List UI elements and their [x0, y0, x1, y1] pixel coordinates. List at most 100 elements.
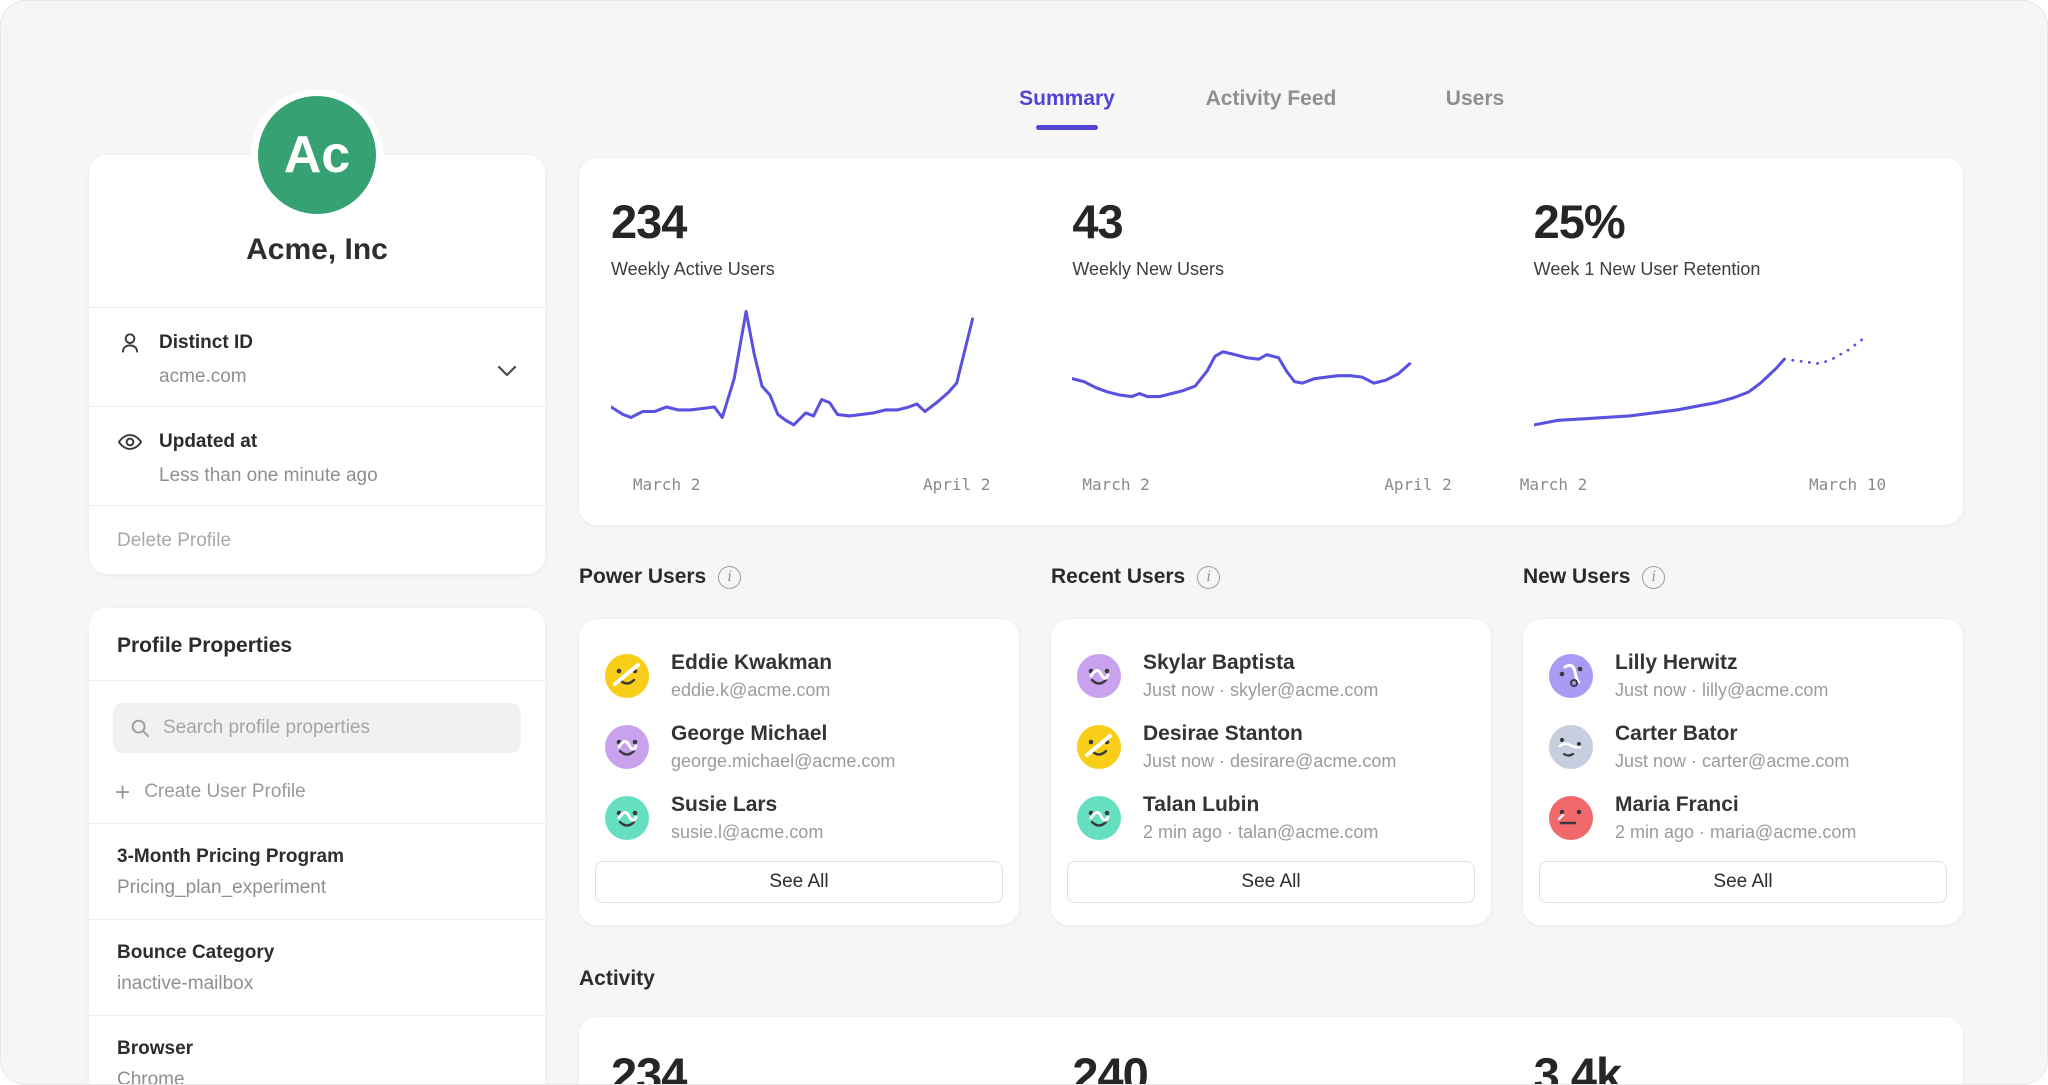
list-title: Power Users [579, 565, 706, 589]
weekly-new-users-chart [1072, 296, 1469, 471]
field-value: Less than one minute ago [159, 465, 517, 487]
x-tick-label: March 2 [1082, 475, 1149, 494]
x-tick-label: April 2 [923, 475, 990, 494]
face-avatar [1077, 796, 1121, 840]
property-item[interactable]: Browser Chrome [89, 1016, 545, 1085]
stat-value: 25% [1534, 194, 1931, 249]
see-all-button[interactable]: See All [595, 861, 1003, 903]
summary-card: 234 Weekly Active Users March 2 April 2 … [579, 158, 1963, 525]
user-name: Desirae Stanton [1143, 722, 1396, 746]
user-name: George Michael [671, 722, 895, 746]
user-detail: 2 min ago · maria@acme.com [1615, 822, 1856, 843]
user-name: Maria Franci [1615, 793, 1856, 817]
chevron-down-icon[interactable] [497, 364, 517, 376]
face-slash-avatar [605, 654, 649, 698]
profile-properties-card: Profile Properties + Create User Profile… [89, 608, 545, 1085]
stat-label: Weekly Active Users [611, 259, 1008, 280]
face-avatar [1077, 654, 1121, 698]
user-detail: Just now · skyler@acme.com [1143, 680, 1378, 701]
user-detail: 2 min ago · talan@acme.com [1143, 822, 1378, 843]
stat-weekly-active-users: 234 Weekly Active Users March 2 April 2 [579, 194, 1040, 499]
property-name: Browser [117, 1038, 517, 1060]
property-item[interactable]: Bounce Category inactive-mailbox [89, 920, 545, 1015]
info-icon[interactable]: i [718, 566, 741, 589]
field-updated-at: Updated at Less than one minute ago [89, 407, 545, 505]
stat-label: Week 1 New User Retention [1534, 259, 1931, 280]
tab-bar: Summary Activity Feed Users [579, 87, 1963, 130]
x-tick-label: March 10 [1809, 475, 1886, 494]
field-label: Distinct ID [159, 332, 253, 354]
list-title: Recent Users [1051, 565, 1185, 589]
activity-card: 234 240 3.4k [579, 1017, 1963, 1085]
x-tick-label: March 2 [1520, 475, 1587, 494]
list-item[interactable]: Desirae Stanton Just now · desirare@acme… [1051, 722, 1491, 772]
field-distinct-id: Distinct ID acme.com [89, 308, 545, 406]
face-avatar [605, 725, 649, 769]
stat-label: Weekly New Users [1072, 259, 1469, 280]
active-tab-underline [1036, 125, 1098, 130]
app-frame: Ac Acme, Inc Distinct ID acme.com [0, 0, 2048, 1085]
weekly-active-users-chart [611, 296, 1008, 471]
list-item[interactable]: Eddie Kwakman eddie.k@acme.com [579, 651, 1019, 701]
list-item[interactable]: Susie Lars susie.l@acme.com [579, 793, 1019, 843]
face-avatar [605, 796, 649, 840]
stat-weekly-new-users: 43 Weekly New Users March 2 April 2 [1040, 194, 1501, 499]
face-avatar [1549, 725, 1593, 769]
tab-summary[interactable]: Summary [965, 87, 1169, 130]
activity-section-title: Activity [579, 967, 1963, 991]
tab-activity-feed[interactable]: Activity Feed [1169, 87, 1373, 130]
activity-stat-2: 240 [1040, 1047, 1501, 1085]
property-item[interactable]: 3-Month Pricing Program Pricing_plan_exp… [89, 824, 545, 919]
recent-users-card: Skylar Baptista Just now · skyler@acme.c… [1051, 619, 1491, 925]
create-user-profile-button[interactable]: + Create User Profile [89, 759, 545, 823]
tab-users[interactable]: Users [1373, 87, 1577, 130]
chart-line-weekly-active-users [611, 311, 973, 424]
recent-users-header: Recent Users i [1051, 565, 1491, 589]
activity-stat-1: 234 [579, 1047, 1040, 1085]
list-item[interactable]: Carter Bator Just now · carter@acme.com [1523, 722, 1963, 772]
face-avatar [1549, 654, 1593, 698]
stat-value: 234 [611, 194, 1008, 249]
stat-week1-retention: 25% Week 1 New User Retention March 2 Ma… [1502, 194, 1963, 499]
eye-icon [117, 429, 143, 455]
new-users-header: New Users i [1523, 565, 1963, 589]
stat-value: 3.4k [1534, 1047, 1931, 1085]
property-value: Chrome [117, 1069, 517, 1085]
field-value: acme.com [159, 366, 517, 388]
property-value: Pricing_plan_experiment [117, 877, 517, 899]
profile-properties-title: Profile Properties [89, 608, 545, 680]
create-user-profile-label: Create User Profile [144, 781, 306, 803]
x-axis: March 2 March 10 [1534, 475, 1931, 499]
delete-profile-button[interactable]: Delete Profile [89, 506, 545, 574]
field-label: Updated at [159, 431, 257, 453]
power-users-header: Power Users i [579, 565, 1019, 589]
plus-icon: + [115, 782, 130, 802]
list-item[interactable]: Lilly Herwitz Just now · lilly@acme.com [1523, 651, 1963, 701]
user-detail: Just now · carter@acme.com [1615, 751, 1849, 772]
see-all-button[interactable]: See All [1067, 861, 1475, 903]
x-tick-label: March 2 [633, 475, 700, 494]
list-item[interactable]: Maria Franci 2 min ago · maria@acme.com [1523, 793, 1963, 843]
list-item[interactable]: Talan Lubin 2 min ago · talan@acme.com [1051, 793, 1491, 843]
org-avatar: Ac [251, 89, 383, 221]
list-item[interactable]: George Michael george.michael@acme.com [579, 722, 1019, 772]
user-name: Eddie Kwakman [671, 651, 832, 675]
user-name: Susie Lars [671, 793, 823, 817]
chart-line-weekly-new-users [1072, 352, 1410, 397]
user-detail: susie.l@acme.com [671, 822, 823, 843]
info-icon[interactable]: i [1642, 566, 1665, 589]
x-axis: March 2 April 2 [1072, 475, 1469, 499]
tab-label: Users [1446, 87, 1504, 110]
search-input[interactable] [163, 717, 505, 739]
property-value: inactive-mailbox [117, 973, 517, 995]
info-icon[interactable]: i [1197, 566, 1220, 589]
org-avatar-initials: Ac [284, 125, 350, 185]
user-detail: Just now · lilly@acme.com [1615, 680, 1828, 701]
list-item[interactable]: Skylar Baptista Just now · skyler@acme.c… [1051, 651, 1491, 701]
face-slash-avatar [1077, 725, 1121, 769]
week1-retention-chart [1534, 296, 1931, 471]
activity-stat-3: 3.4k [1502, 1047, 1963, 1085]
user-detail: Just now · desirare@acme.com [1143, 751, 1396, 772]
see-all-button[interactable]: See All [1539, 861, 1947, 903]
user-lists-headers: Power Users i Recent Users i New Users i [579, 565, 1963, 589]
